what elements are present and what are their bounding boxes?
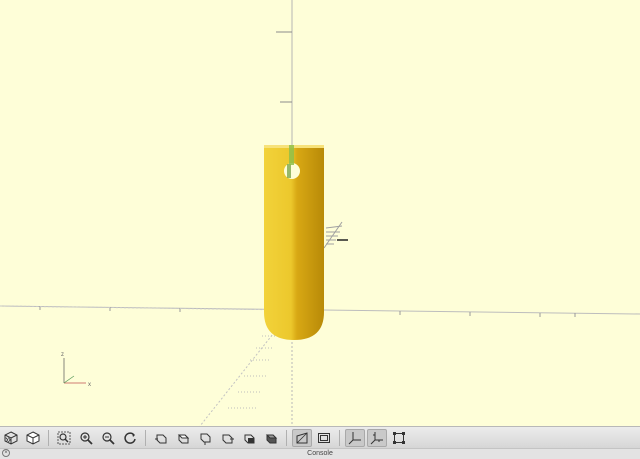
perspective-icon: [296, 431, 308, 443]
orientation-axes: z x: [61, 352, 91, 388]
zoom-all-button[interactable]: [54, 429, 74, 447]
view-left-icon: [222, 434, 234, 443]
negative-scale-markers: [228, 335, 276, 409]
axis-label-z: z: [61, 352, 64, 358]
orthogonal-button[interactable]: [314, 429, 334, 447]
console-bar[interactable]: × Console: [0, 448, 640, 459]
expand-toolbar-icon[interactable]: »: [5, 435, 11, 446]
y-axis-markers: [323, 221, 343, 249]
view-top-button[interactable]: [173, 429, 193, 447]
rotate-reset-icon: [124, 431, 136, 444]
model-hole-inner: [287, 164, 291, 178]
show-edges-button[interactable]: [389, 429, 409, 447]
axis-label-x: x: [88, 382, 91, 388]
toolbar-separator: [145, 429, 146, 446]
view-toolbar: [0, 426, 640, 448]
toolbar-separator: [286, 429, 287, 446]
show-scale-markers-icon: [370, 431, 383, 444]
viewport-canvas[interactable]: z x: [0, 0, 640, 426]
view-left-button[interactable]: [217, 429, 237, 447]
zoom-all-icon: [57, 431, 71, 444]
zoom-out-icon: [102, 431, 115, 445]
zoom-in-button[interactable]: [76, 429, 96, 447]
reset-rotation-button[interactable]: [120, 429, 140, 447]
zoom-in-icon: [80, 431, 93, 445]
view-right-icon: [155, 434, 167, 443]
view-back-icon: [265, 434, 278, 443]
model-hole: [284, 163, 300, 179]
view-front-icon: [244, 434, 255, 443]
view-front-button[interactable]: [239, 429, 259, 447]
z-axis-ticks: [276, 31, 292, 103]
toolbar-separator: [339, 429, 340, 446]
perspective-button[interactable]: [292, 428, 312, 447]
reset-view-icon: [26, 430, 40, 445]
show-axes-button[interactable]: [345, 428, 365, 447]
orthogonal-icon: [318, 432, 330, 443]
view-right-button[interactable]: [151, 429, 171, 447]
view-back-button[interactable]: [261, 429, 281, 447]
console-label: Console: [307, 450, 333, 457]
3d-viewport[interactable]: z x: [0, 0, 640, 426]
model-slot: [289, 145, 294, 165]
zoom-out-button[interactable]: [98, 429, 118, 447]
show-axes-icon: [348, 431, 361, 444]
view-bottom-button[interactable]: [195, 429, 215, 447]
show-scale-markers-button[interactable]: [367, 428, 387, 447]
toolbar-separator: [48, 429, 49, 446]
reset-view-button[interactable]: [23, 429, 43, 447]
show-edges-icon: [393, 431, 405, 444]
view-bottom-icon: [200, 433, 211, 445]
view-top-icon: [177, 434, 190, 443]
